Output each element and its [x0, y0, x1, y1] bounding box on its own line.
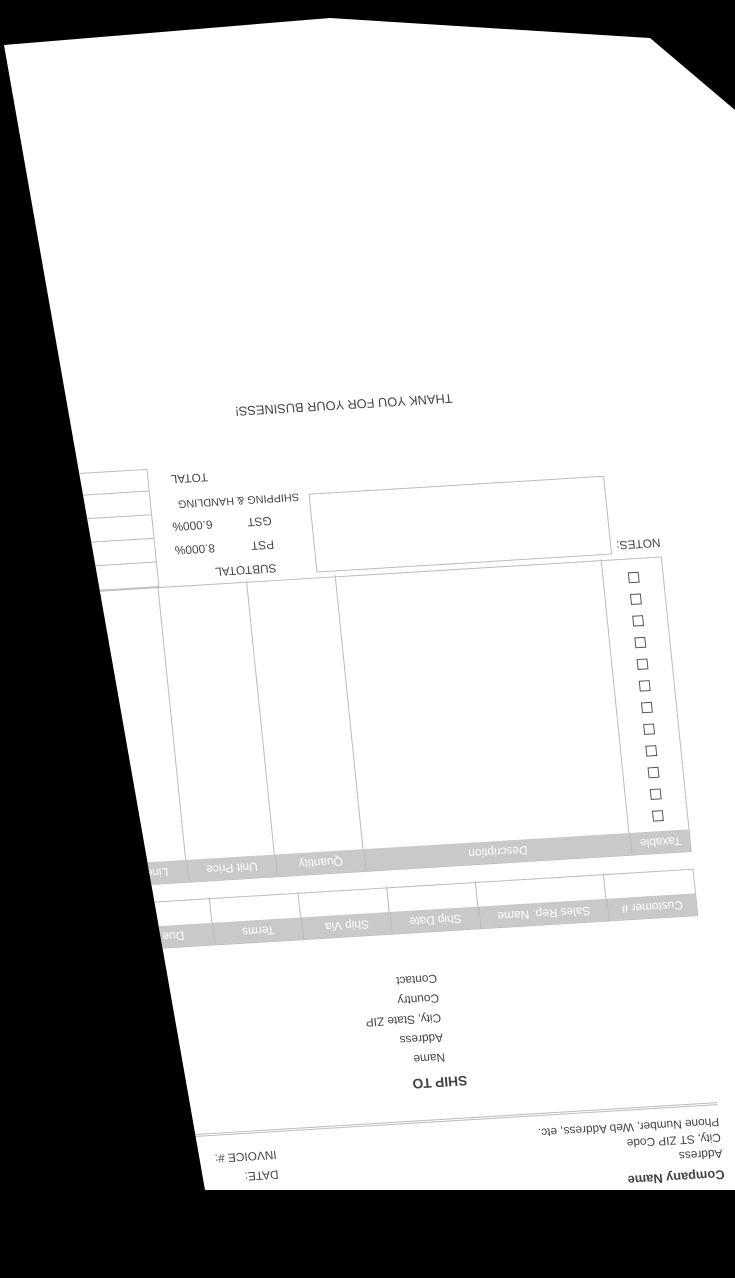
total-label: TOTAL [170, 470, 209, 487]
items-table: Taxable Description Quantity Unit Price … [70, 556, 692, 888]
company-name: Company Name [627, 1167, 726, 1188]
invoice-number-label: INVOICE #: [214, 1147, 278, 1166]
header-ship-date: Ship Date [389, 906, 481, 934]
shipping-label: SHIPPING & HANDLING [177, 490, 300, 510]
gst-label: GST [246, 513, 273, 530]
invoice-document: INVOICE Company Name Address City, ST ZI… [4, 48, 735, 1252]
header-ship-via: Ship Via [301, 912, 392, 940]
taxable-checkbox[interactable] [649, 788, 662, 800]
subtotal-value: - [75, 574, 81, 587]
pst-label: PST [250, 537, 275, 553]
ship-to-contact: Contact [395, 971, 438, 988]
ship-to-country: Country [396, 991, 440, 1008]
totals-values-box: - - - - - [58, 468, 160, 593]
header-customer-number: Customer # [606, 893, 698, 921]
thank-you-message: THANK YOU FOR YOUR BUSINESS! [234, 390, 454, 419]
header-due-date: Due Date [133, 928, 185, 946]
subtotal-label: SUBTOTAL [214, 561, 278, 579]
shipping-value: - [68, 503, 74, 516]
invoice-title: INVOICE [72, 1213, 197, 1252]
taxable-checkbox[interactable] [640, 701, 653, 714]
order-info-header-row: Customer # Sales Rep. Name Ship Date Shi… [105, 893, 698, 951]
taxable-checkbox[interactable] [651, 810, 664, 822]
total-value: - [66, 479, 72, 492]
notes-label: NOTES: [615, 535, 662, 553]
taxable-checkbox[interactable] [647, 766, 660, 779]
ship-to-address: Address [398, 1030, 444, 1048]
header-unit-price: Unit Price [186, 854, 278, 882]
taxable-checkbox[interactable] [645, 745, 658, 757]
header-description: Description [363, 832, 632, 871]
header-sales-rep: Sales Rep. Name [478, 898, 609, 929]
header-line-total: Line Total [117, 865, 169, 882]
pst-rate: 8.000% [174, 541, 216, 558]
taxable-checkbox[interactable] [632, 615, 645, 627]
gst-value: - [71, 526, 76, 539]
totals-section: - - - - - SUBTOTAL PST 8.000% GST 6.000%… [58, 463, 300, 593]
date-label: DATE: [243, 1167, 280, 1184]
taxable-checkbox[interactable] [636, 658, 649, 670]
taxable-checkbox[interactable] [629, 593, 642, 605]
header-quantity: Quantity [274, 849, 366, 877]
ship-to-city: City, State ZIP [365, 1011, 442, 1030]
taxable-checkbox[interactable] [643, 723, 656, 735]
pst-value: - [73, 550, 79, 563]
taxable-checkbox[interactable] [634, 636, 647, 649]
ship-to-title: SHIP TO [411, 1072, 469, 1092]
paper-sheet: INVOICE Company Name Address City, ST ZI… [4, 18, 735, 1190]
header-terms: Terms [212, 917, 304, 945]
gst-rate: 6.000% [171, 517, 214, 534]
notes-box[interactable] [308, 475, 613, 573]
ship-to-name: Name [412, 1050, 446, 1067]
taxable-checkbox[interactable] [638, 680, 651, 692]
taxable-checkbox[interactable] [627, 571, 640, 584]
header-taxable: Taxable [629, 829, 691, 855]
company-address: Address [678, 1146, 724, 1163]
